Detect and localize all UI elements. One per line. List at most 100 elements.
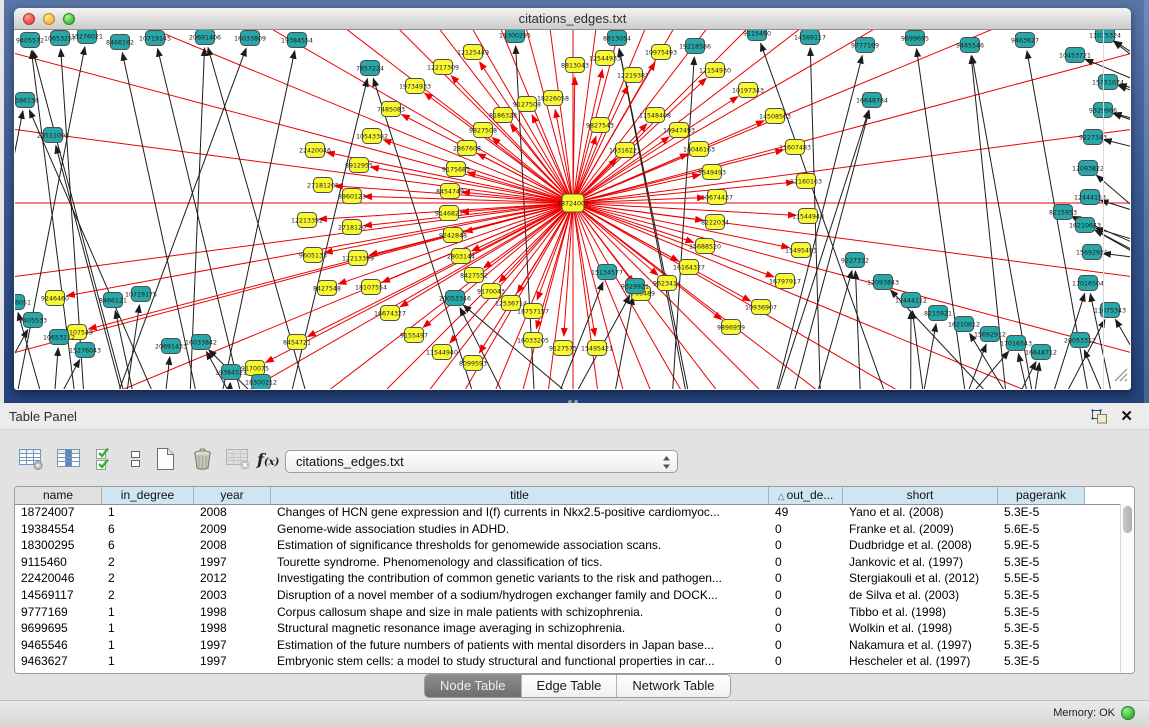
cell-out_degree[interactable]: 0 <box>769 521 843 538</box>
cell-out_degree[interactable]: 0 <box>769 570 843 587</box>
column-header-out_degree[interactable]: △out_de... <box>769 487 843 504</box>
cell-out_degree[interactable]: 0 <box>769 587 843 604</box>
cell-name[interactable]: 22420046 <box>15 570 102 587</box>
cell-year[interactable]: 2012 <box>194 570 271 587</box>
cell-out_degree[interactable]: 0 <box>769 620 843 637</box>
cell-pagerank[interactable]: 5.3E-5 <box>998 620 1085 637</box>
cell-name[interactable]: 18300295 <box>15 537 102 554</box>
cell-short[interactable]: Stergiakouli et al. (2012) <box>843 570 998 587</box>
table-row[interactable]: 2242004622012Investigating the contribut… <box>15 570 1120 587</box>
cell-pagerank[interactable]: 5.5E-5 <box>998 570 1085 587</box>
cell-short[interactable]: Yano et al. (2008) <box>843 504 998 521</box>
new-table-icon[interactable] <box>153 446 177 472</box>
network-canvas[interactable]: 1872400718226058912750881863289827508286… <box>15 30 1130 389</box>
cell-title[interactable]: Disruption of a novel member of a sodium… <box>271 587 769 604</box>
table-row[interactable]: 969969511998Structural magnetic resonanc… <box>15 620 1120 637</box>
cell-in_degree[interactable]: 1 <box>102 620 194 637</box>
table-row[interactable]: 1456911722003Disruption of a novel membe… <box>15 587 1120 604</box>
cell-pagerank[interactable]: 5.3E-5 <box>998 653 1085 670</box>
cell-year[interactable]: 1997 <box>194 653 271 670</box>
cell-name[interactable]: 14569117 <box>15 587 102 604</box>
cell-in_degree[interactable]: 2 <box>102 570 194 587</box>
window-titlebar[interactable]: citations_edges.txt <box>14 8 1131 30</box>
cell-year[interactable]: 2008 <box>194 504 271 521</box>
cell-short[interactable]: Nakamura et al. (1997) <box>843 637 998 654</box>
cell-short[interactable]: de Silva et al. (2003) <box>843 587 998 604</box>
cell-name[interactable]: 9699695 <box>15 620 102 637</box>
table-row[interactable]: 911546021997Tourette syndrome. Phenomeno… <box>15 554 1120 571</box>
table-row[interactable]: 946362711997Embryonic stem cells: a mode… <box>15 653 1120 670</box>
cell-in_degree[interactable]: 6 <box>102 537 194 554</box>
cell-year[interactable]: 1998 <box>194 620 271 637</box>
cell-pagerank[interactable]: 5.3E-5 <box>998 587 1085 604</box>
column-header-name[interactable]: name <box>15 487 102 504</box>
tab-node-table[interactable]: Node Table <box>425 675 522 697</box>
cell-year[interactable]: 1998 <box>194 604 271 621</box>
delete-rows-icon[interactable] <box>189 446 216 472</box>
cell-in_degree[interactable]: 1 <box>102 604 194 621</box>
cell-in_degree[interactable]: 2 <box>102 587 194 604</box>
show-columns-icon[interactable] <box>56 446 83 472</box>
citation-network-graph[interactable]: 1872400718226058912750881863289827508286… <box>15 30 1130 389</box>
cell-title[interactable]: Embryonic stem cells: a model to study s… <box>271 653 769 670</box>
cell-pagerank[interactable]: 5.9E-5 <box>998 537 1085 554</box>
close-panel-icon[interactable]: ✕ <box>1120 407 1133 425</box>
cell-pagerank[interactable]: 5.3E-5 <box>998 554 1085 571</box>
column-header-short[interactable]: short <box>843 487 998 504</box>
cell-out_degree[interactable]: 49 <box>769 504 843 521</box>
cell-title[interactable]: Estimation of significance thresholds fo… <box>271 537 769 554</box>
cell-year[interactable]: 2008 <box>194 537 271 554</box>
column-header-title[interactable]: title <box>271 487 769 504</box>
cell-title[interactable]: Changes of HCN gene expression and I(f) … <box>271 504 769 521</box>
cell-out_degree[interactable]: 0 <box>769 537 843 554</box>
table-options-icon[interactable] <box>18 446 45 472</box>
cell-title[interactable]: Corpus callosum shape and size in male p… <box>271 604 769 621</box>
table-scrollbar-thumb[interactable] <box>1123 506 1132 533</box>
cell-title[interactable]: Structural magnetic resonance image aver… <box>271 620 769 637</box>
cell-title[interactable]: Tourette syndrome. Phenomenology and cla… <box>271 554 769 571</box>
tab-edge-table[interactable]: Edge Table <box>522 675 618 697</box>
cell-short[interactable]: Jankovic et al. (1997) <box>843 554 998 571</box>
cell-pagerank[interactable]: 5.6E-5 <box>998 521 1085 538</box>
cell-name[interactable]: 19384554 <box>15 521 102 538</box>
cell-out_degree[interactable]: 0 <box>769 604 843 621</box>
cell-short[interactable]: Dudbridge et al. (2008) <box>843 537 998 554</box>
cell-in_degree[interactable]: 6 <box>102 521 194 538</box>
table-row[interactable]: 946554611997Estimation of the future num… <box>15 637 1120 654</box>
select-all-rows-icon[interactable] <box>94 446 116 472</box>
cell-name[interactable]: 9465546 <box>15 637 102 654</box>
column-header-year[interactable]: year <box>194 487 271 504</box>
tab-network-table[interactable]: Network Table <box>617 675 729 697</box>
table-row[interactable]: 1872400712008Changes of HCN gene express… <box>15 504 1120 521</box>
cell-year[interactable]: 1997 <box>194 637 271 654</box>
float-panel-icon[interactable] <box>1091 409 1109 430</box>
cell-pagerank[interactable]: 5.3E-5 <box>998 637 1085 654</box>
column-header-in_degree[interactable]: in_degree <box>102 487 194 504</box>
cell-title[interactable]: Investigating the contribution of common… <box>271 570 769 587</box>
cell-pagerank[interactable]: 5.3E-5 <box>998 604 1085 621</box>
cell-year[interactable]: 2003 <box>194 587 271 604</box>
table-row[interactable]: 1938455462009Genome-wide association stu… <box>15 521 1120 538</box>
column-header-pagerank[interactable]: pagerank <box>998 487 1085 504</box>
merge-icon[interactable] <box>128 446 143 472</box>
cell-in_degree[interactable]: 1 <box>102 504 194 521</box>
cell-year[interactable]: 2009 <box>194 521 271 538</box>
cell-short[interactable]: Franke et al. (2009) <box>843 521 998 538</box>
table-row[interactable]: 1830029562008Estimation of significance … <box>15 537 1120 554</box>
cell-name[interactable]: 9463627 <box>15 653 102 670</box>
cell-short[interactable]: Hescheler et al. (1997) <box>843 653 998 670</box>
cell-name[interactable]: 9777169 <box>15 604 102 621</box>
cell-short[interactable]: Tibbo et al. (1998) <box>843 604 998 621</box>
table-selector[interactable]: citations_edges.txt <box>285 450 678 473</box>
table-scrollbar[interactable] <box>1120 504 1134 673</box>
network-view-window[interactable]: citations_edges.txt 18724007182260589127… <box>14 8 1131 390</box>
function-builder-icon[interactable]: f(x) <box>257 446 279 472</box>
cell-in_degree[interactable]: 2 <box>102 554 194 571</box>
cell-name[interactable]: 9115460 <box>15 554 102 571</box>
resize-grip[interactable] <box>1112 366 1128 387</box>
cell-out_degree[interactable]: 0 <box>769 653 843 670</box>
cell-year[interactable]: 1997 <box>194 554 271 571</box>
cell-in_degree[interactable]: 1 <box>102 653 194 670</box>
table-row[interactable]: 977716911998Corpus callosum shape and si… <box>15 604 1120 621</box>
cell-title[interactable]: Estimation of the future numbers of pati… <box>271 637 769 654</box>
